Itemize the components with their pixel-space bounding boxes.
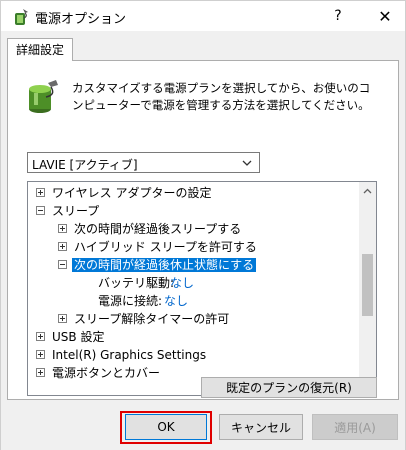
collapse-minus-icon[interactable]: [58, 260, 67, 269]
close-button[interactable]: ✕: [373, 5, 397, 27]
setting-value-link[interactable]: なし: [164, 292, 188, 310]
power-plan-dropdown[interactable]: LAVIE [アクティブ]: [27, 152, 260, 173]
scroll-up-icon[interactable]: [359, 182, 376, 199]
expand-plus-icon[interactable]: [58, 224, 67, 233]
tree-item-label: Intel(R) Graphics Settings: [52, 348, 207, 362]
tree-scrollbar[interactable]: [359, 182, 376, 395]
tree-item-label: USB 設定: [52, 330, 105, 344]
settings-tree[interactable]: ワイヤレス アダプターの設定 スリープ 次の時間が経過後スリープする ハイブリッ…: [27, 181, 377, 396]
collapse-minus-icon[interactable]: [36, 206, 45, 215]
tree-item-label: スリープ解除タイマーの許可: [74, 312, 230, 326]
tree-item-label: ワイヤレス アダプターの設定: [52, 186, 212, 200]
help-button[interactable]: ?: [326, 5, 350, 27]
expand-plus-icon[interactable]: [36, 188, 45, 197]
expand-plus-icon[interactable]: [36, 332, 45, 341]
tree-item-label-selected: 次の時間が経過後休止状態にする: [72, 258, 257, 272]
power-options-icon: [15, 9, 28, 25]
window-title: 電源オプション: [35, 12, 127, 27]
plan-selected-value: LAVIE [アクティブ]: [32, 158, 138, 172]
tree-item-label: 電源に接続:: [98, 294, 163, 308]
advanced-settings-panel: カスタマイズする電源プランを選択してから、お使いのコンピューターで電源を管理する…: [7, 60, 399, 400]
apply-button[interactable]: 適用(A): [312, 414, 398, 440]
setting-value-link[interactable]: なし: [170, 274, 194, 292]
tree-item-label: 電源ボタンとカバー: [52, 366, 161, 380]
power-options-dialog: 電源オプション ? ✕ 詳細設定 カスタマイズする電源プランを選択してから、お使…: [0, 0, 406, 450]
restore-defaults-button[interactable]: 既定のプランの復元(R): [201, 377, 377, 398]
dialog-client-area: 詳細設定 カスタマイズする電源プランを選択してから、お使いのコンピューターで電源…: [1, 31, 405, 450]
expand-plus-icon[interactable]: [36, 350, 45, 359]
cancel-button[interactable]: キャンセル: [219, 414, 303, 440]
title-bar: 電源オプション ? ✕: [1, 1, 405, 31]
chevron-down-icon: [242, 160, 252, 166]
tree-item-label: 次の時間が経過後スリープする: [74, 222, 242, 236]
expand-plus-icon[interactable]: [58, 314, 67, 323]
expand-plus-icon[interactable]: [58, 242, 67, 251]
tab-advanced-settings[interactable]: 詳細設定: [7, 38, 74, 61]
plan-description: カスタマイズする電源プランを選択してから、お使いのコンピューターで電源を管理する…: [72, 81, 371, 112]
battery-plug-icon: [29, 80, 58, 113]
ok-button[interactable]: OK: [125, 414, 207, 440]
tree-item-label: ハイブリッド スリープを許可する: [74, 240, 257, 254]
tree-item-label: スリープ: [52, 204, 100, 218]
expand-plus-icon[interactable]: [36, 368, 45, 377]
scroll-thumb[interactable]: [362, 254, 373, 316]
tree-item-label: バッテリ駆動:: [98, 276, 175, 290]
